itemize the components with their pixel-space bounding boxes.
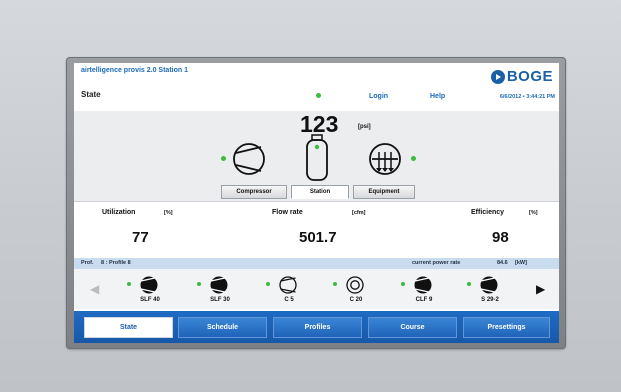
efficiency-value: 98 [492, 229, 509, 246]
help-link[interactable]: Help [430, 93, 445, 100]
machine-carousel: ◀ SLF 40 SLF 30 C 5 C 20 CLF 9 S 29-2 ▶ [74, 269, 559, 309]
profile-value: 8 : Profile 8 [101, 260, 131, 266]
utilization-label: Utilization [102, 209, 136, 216]
equipment-dryer-icon[interactable] [368, 142, 402, 181]
compressor-target-icon [346, 276, 364, 294]
nav-course-button[interactable]: Course [368, 317, 457, 338]
tab-station[interactable]: Station [291, 185, 349, 199]
machine-name: C 5 [284, 297, 294, 303]
machine-status-indicator [127, 282, 131, 286]
compressor-icon[interactable] [232, 142, 266, 181]
machine-status-indicator [401, 282, 405, 286]
flow-rate-value: 501.7 [299, 229, 337, 246]
utilization-value: 77 [132, 229, 149, 246]
touch-screen: airtelligence provis 2.0 Station 1 BOGE … [74, 63, 559, 343]
power-rate-label: current power rate [412, 260, 461, 266]
machine-item[interactable]: C 20 [331, 274, 381, 306]
bottom-navigation: State Schedule Profiles Course Presettin… [74, 311, 559, 343]
efficiency-unit: [%] [529, 210, 538, 216]
scroll-right-arrow-icon[interactable]: ▶ [536, 282, 545, 296]
compressor-status-indicator [221, 156, 226, 161]
flow-rate-label: Flow rate [272, 209, 303, 216]
equipment-status-indicator [411, 156, 416, 161]
page-title: State [81, 90, 101, 99]
tab-equipment[interactable]: Equipment [353, 185, 415, 199]
compressor-outline-icon [279, 276, 297, 294]
machine-status-indicator [467, 282, 471, 286]
machine-item[interactable]: CLF 9 [399, 274, 449, 306]
nav-schedule-button[interactable]: Schedule [178, 317, 267, 338]
login-link[interactable]: Login [369, 93, 388, 100]
machine-item[interactable]: SLF 40 [125, 274, 175, 306]
station-overview: 123 [psi] Compressor Station Equipment [74, 111, 559, 201]
boge-logo: BOGE [490, 68, 553, 85]
machine-status-indicator [266, 282, 270, 286]
machine-item[interactable]: C 5 [264, 274, 314, 306]
machine-item[interactable]: S 29-2 [465, 274, 515, 306]
machine-name: C 20 [349, 297, 363, 303]
station-status-indicator [316, 93, 321, 98]
profile-label: Prof. [81, 260, 94, 266]
utilization-unit: [%] [164, 210, 173, 216]
machine-status-indicator [333, 282, 337, 286]
machine-name: SLF 40 [140, 297, 160, 303]
station-stats: Utilization [%] 77 Flow rate [cfm] 501.7… [74, 201, 559, 258]
app-title: airtelligence provis 2.0 Station 1 [81, 67, 188, 74]
pressure-unit: [psi] [358, 124, 371, 130]
top-bar: airtelligence provis 2.0 Station 1 BOGE … [74, 63, 559, 111]
scroll-left-arrow-icon[interactable]: ◀ [90, 282, 99, 296]
tab-compressor[interactable]: Compressor [221, 185, 287, 199]
air-receiver-tank-icon[interactable] [303, 133, 331, 188]
time-text: • 3:44:21 PM [522, 94, 555, 100]
compressor-filled-icon [480, 276, 498, 294]
power-rate-value: 84.6 [497, 260, 508, 266]
compressor-filled-icon [210, 276, 228, 294]
logo-arrow-icon [490, 69, 505, 84]
logo-text: BOGE [506, 68, 553, 85]
machine-status-indicator [197, 282, 201, 286]
efficiency-label: Efficiency [471, 209, 505, 216]
nav-profiles-button[interactable]: Profiles [273, 317, 362, 338]
date-time: 6/6/2012 • 3:44:21 PM [500, 94, 555, 100]
flow-rate-unit: [cfm] [352, 210, 366, 216]
profile-power-bar: Prof. 8 : Profile 8 current power rate 8… [74, 258, 559, 269]
nav-presettings-button[interactable]: Presettings [463, 317, 550, 338]
machine-name: SLF 30 [210, 297, 230, 303]
machine-name: S 29-2 [481, 297, 499, 303]
power-rate-unit: [kW] [515, 260, 527, 266]
date-text: 6/6/2012 [499, 94, 522, 100]
nav-state-button[interactable]: State [84, 317, 173, 338]
machine-item[interactable]: SLF 30 [195, 274, 245, 306]
machine-name: CLF 9 [415, 297, 433, 303]
station-tabs: Compressor Station Equipment [221, 185, 415, 199]
compressor-filled-icon [140, 276, 158, 294]
compressor-filled-icon [414, 276, 432, 294]
